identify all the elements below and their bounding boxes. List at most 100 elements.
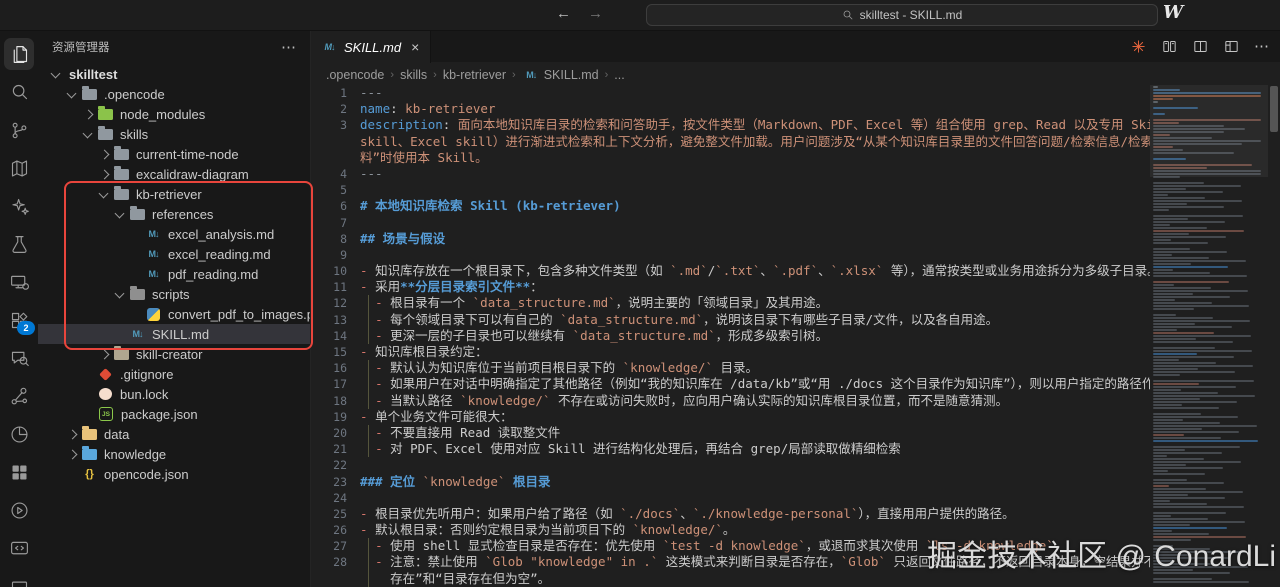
- tree-item-.opencode[interactable]: .opencode: [38, 84, 310, 104]
- code-line[interactable]: 料”时使用本 Skill。: [311, 150, 1150, 166]
- code-line[interactable]: 9: [311, 247, 1150, 263]
- back-arrow-icon[interactable]: ←: [556, 5, 571, 22]
- code-line[interactable]: 14 - 更深一层的子目录也可以继续有 `data_structure.md`，…: [311, 327, 1150, 344]
- editor[interactable]: 1 --- 2 name: kb-retriever 3 description: 面向本…: [311, 85, 1280, 587]
- code-line[interactable]: 12 - 根目录有一个 `data_structure.md`，说明主要的「领域…: [311, 295, 1150, 312]
- tree-item-excel_analysis.md[interactable]: M↓ excel_analysis.md: [38, 224, 310, 244]
- more-actions-icon[interactable]: ⋯: [1254, 37, 1270, 55]
- customize-layout-icon[interactable]: [1223, 38, 1240, 55]
- tree-item-package.json[interactable]: JS package.json: [38, 404, 310, 424]
- tree-item-.gitignore[interactable]: .gitignore: [38, 364, 310, 384]
- tree-item-references[interactable]: references: [38, 204, 310, 224]
- panel-icon[interactable]: [3, 567, 35, 587]
- share-graph-icon[interactable]: [3, 377, 35, 415]
- remote-monitor-icon[interactable]: [3, 263, 35, 301]
- tree-item-node_modules[interactable]: node_modules: [38, 104, 310, 124]
- editor-group: M↓ SKILL.md × ⋯ .opencode › skills › kb-retr…: [311, 30, 1280, 587]
- chevron-down-icon[interactable]: [112, 206, 128, 222]
- code-line[interactable]: 6 # 本地知识库检索 Skill (kb-retriever): [311, 198, 1150, 214]
- ai-sparkle-icon[interactable]: [3, 187, 35, 225]
- code-line[interactable]: 1 ---: [311, 85, 1150, 101]
- breadcrumb-item-skills[interactable]: skills: [400, 68, 427, 82]
- tree-item-SKILL.md[interactable]: M↓ SKILL.md: [38, 324, 310, 344]
- vertical-scrollbar[interactable]: [1268, 85, 1280, 587]
- chevron-right-icon[interactable]: [64, 446, 80, 462]
- code-line[interactable]: 24: [311, 490, 1150, 506]
- forward-arrow-icon[interactable]: →: [588, 5, 603, 22]
- breadcrumb-item-SKILL.md[interactable]: M↓ SKILL.md: [522, 68, 598, 82]
- breadcrumb-item-...[interactable]: ...: [614, 68, 624, 82]
- code-line[interactable]: 3 description: 面向本地知识库目录的检索和问答助手，按文件类型（Ma…: [311, 117, 1150, 133]
- tree-item-data[interactable]: data: [38, 424, 310, 444]
- code-line[interactable]: 23 ### 定位 `knowledge` 根目录: [311, 474, 1150, 490]
- code-line[interactable]: skill、Excel skill）进行渐进式检索和上下文分析，避免整文件加载。…: [311, 134, 1150, 150]
- grid-icon[interactable]: [3, 453, 35, 491]
- scrollbar-thumb[interactable]: [1270, 86, 1278, 132]
- source-control-icon[interactable]: [3, 111, 35, 149]
- minimap[interactable]: [1150, 85, 1268, 587]
- tree-item-opencode.json[interactable]: {} opencode.json: [38, 464, 310, 484]
- tab-skill-md[interactable]: M↓ SKILL.md ×: [311, 30, 432, 63]
- chevron-down-icon[interactable]: [80, 126, 96, 142]
- breadcrumb-item-.opencode[interactable]: .opencode: [326, 68, 384, 82]
- code-line[interactable]: 11 - 采用**分层目录索引文件**：: [311, 279, 1150, 295]
- map-icon[interactable]: [3, 149, 35, 187]
- code-card-icon[interactable]: [3, 529, 35, 567]
- tree-item-bun.lock[interactable]: bun.lock: [38, 384, 310, 404]
- code-line-content: ---: [360, 165, 383, 181]
- code-line[interactable]: 17 - 如果用户在对话中明确指定了其他路径（例如“我的知识库在 /data/k…: [311, 376, 1150, 393]
- breadcrumb-item-kb-retriever[interactable]: kb-retriever: [443, 68, 506, 82]
- chevron-down-icon[interactable]: [96, 186, 112, 202]
- code-line[interactable]: 8 ## 场景与假设: [311, 231, 1150, 247]
- chevron-right-icon[interactable]: [64, 426, 80, 442]
- code-line[interactable]: 4 ---: [311, 166, 1150, 182]
- tree-item-convert_pdf_to_images.py[interactable]: convert_pdf_to_images.py: [38, 304, 310, 324]
- code-line[interactable]: 7: [311, 215, 1150, 231]
- code-line[interactable]: 25 - 根目录优先听用户：如果用户给了路径（如 `./docs`、`./know…: [311, 506, 1150, 522]
- code-line[interactable]: 2 name: kb-retriever: [311, 101, 1150, 117]
- tree-item-knowledge[interactable]: knowledge: [38, 444, 310, 464]
- code-line[interactable]: 15 - 知识库根目录约定：: [311, 344, 1150, 360]
- split-editor-icon[interactable]: [1192, 38, 1209, 55]
- explorer-icon[interactable]: [3, 35, 35, 73]
- chevron-right-icon[interactable]: [96, 146, 112, 162]
- chevron-down-icon[interactable]: [112, 286, 128, 302]
- flask-icon[interactable]: [3, 225, 35, 263]
- pie-chart-icon[interactable]: [3, 415, 35, 453]
- chevron-right-icon[interactable]: [96, 346, 112, 362]
- close-tab-icon[interactable]: ×: [411, 39, 419, 55]
- command-center-search[interactable]: skilltest - SKILL.md: [646, 4, 1158, 26]
- code-line[interactable]: 20 - 不要直接用 Read 读取整文件: [311, 424, 1150, 442]
- code-area[interactable]: 1 --- 2 name: kb-retriever 3 description: 面向本…: [311, 85, 1150, 587]
- tree-item-skills[interactable]: skills: [38, 124, 310, 144]
- chevron-right-icon[interactable]: [96, 166, 112, 182]
- code-line[interactable]: 13 - 每个领域目录下可以有自己的 `data_structure.md`，说…: [311, 311, 1150, 328]
- play-circle-icon[interactable]: [3, 491, 35, 529]
- code-line[interactable]: 19 - 单个业务文件可能很大：: [311, 409, 1150, 425]
- tree-item-skill-creator[interactable]: skill-creator: [38, 344, 310, 364]
- tree-item-pdf_reading.md[interactable]: M↓ pdf_reading.md: [38, 264, 310, 284]
- code-line[interactable]: 18 - 当默认路径 `knowledge/` 不存在或访问失败时，应向用户确认…: [311, 392, 1150, 409]
- chat-search-icon[interactable]: [3, 339, 35, 377]
- tree-item-excalidraw-diagram[interactable]: excalidraw-diagram: [38, 164, 310, 184]
- tree-item-kb-retriever[interactable]: kb-retriever: [38, 184, 310, 204]
- search-icon[interactable]: [3, 73, 35, 111]
- code-line[interactable]: 5: [311, 182, 1150, 198]
- tree-item-current-time-node[interactable]: current-time-node: [38, 144, 310, 164]
- tree-item-skilltest[interactable]: skilltest: [38, 64, 310, 84]
- code-line[interactable]: 16 - 默认认为知识库位于当前项目根目录下的 `knowledge/` 目录。: [311, 360, 1150, 377]
- chevron-down-icon[interactable]: [64, 86, 80, 102]
- chevron-right-icon[interactable]: [80, 106, 96, 122]
- minimap-slider[interactable]: [1150, 85, 1268, 177]
- ai-assistant-icon[interactable]: [1130, 38, 1147, 55]
- tree-item-excel_reading.md[interactable]: M↓ excel_reading.md: [38, 244, 310, 264]
- chevron-down-icon[interactable]: [48, 66, 64, 82]
- open-preview-icon[interactable]: [1161, 38, 1178, 55]
- code-line[interactable]: 21 - 对 PDF、Excel 使用对应 Skill 进行结构化处理后，再结合…: [311, 441, 1150, 458]
- extensions-icon[interactable]: 2: [3, 301, 35, 339]
- sidebar-more-actions-icon[interactable]: ⋯: [281, 38, 296, 56]
- tree-item-scripts[interactable]: scripts: [38, 284, 310, 304]
- code-line[interactable]: 10 - 知识库存放在一个根目录下，包含多种文件类型（如 `.md`/`.txt`…: [311, 263, 1150, 279]
- code-line[interactable]: 22: [311, 457, 1150, 473]
